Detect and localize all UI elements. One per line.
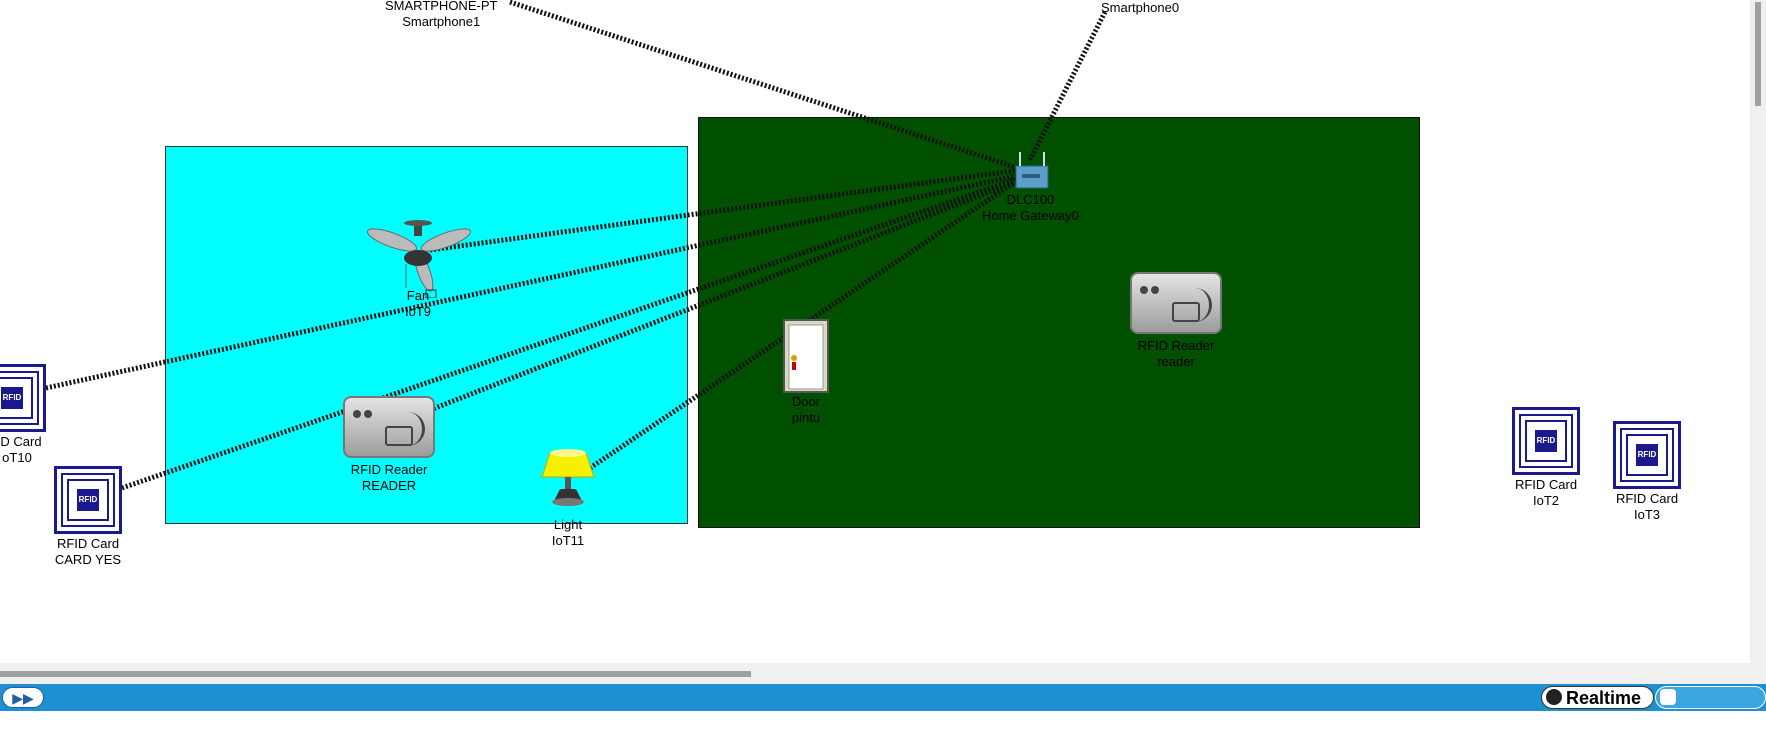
gateway-name-label: Home Gateway0 — [982, 208, 1079, 223]
logical-workspace[interactable]: SMARTPHONE-PT Smartphone1 Smartphone0 DL… — [0, 0, 1750, 663]
gateway-model-label: DLC100 — [1006, 192, 1055, 207]
rfid-card-iot10-device[interactable]: RFID D Card oT10 — [0, 364, 46, 466]
rfid-card-iot2-device[interactable]: RFID RFID Card IoT2 — [1512, 407, 1580, 509]
link-smartphone1-gateway — [509, 0, 1031, 175]
rfid-chip-label: RFID — [1636, 444, 1658, 466]
rfid-chip-label: RFID — [1, 387, 23, 409]
ceiling-fan-icon — [366, 220, 472, 298]
home-gateway-device[interactable]: DLC100 Home Gateway0 — [982, 148, 1079, 224]
light-model-label: Light — [553, 517, 583, 532]
clock-icon — [1546, 689, 1562, 706]
card-yes-model-label: RFID Card — [56, 536, 120, 551]
fan-device[interactable]: Fan IoT9 — [362, 220, 474, 320]
vertical-scrollbar[interactable] — [1750, 0, 1766, 684]
card-iot3-name-label: IoT3 — [1633, 507, 1660, 522]
card-iot2-model-label: RFID Card — [1514, 477, 1578, 492]
link-card-yes-gateway — [121, 175, 1021, 491]
rfid-card-yes-device[interactable]: RFID RFID Card CARD YES — [54, 466, 122, 568]
rfid-chip-label: RFID — [77, 489, 99, 511]
light-device[interactable]: Light IoT11 — [538, 447, 598, 549]
reader-cyan-model-label: RFID Reader — [350, 462, 428, 477]
vertical-scroll-thumb[interactable] — [1755, 2, 1761, 106]
reader-green-model-label: RFID Reader — [1137, 338, 1215, 353]
card-iot10-name-label: oT10 — [2, 450, 32, 465]
rfid-reader-green-device[interactable]: RFID Reader reader — [1130, 272, 1222, 370]
smartphone0-device[interactable]: Smartphone0 — [1101, 0, 1179, 16]
mode-status-bar: ▶▶ Realtime Simulation — [0, 684, 1766, 731]
reader-cyan-name-label: READER — [361, 478, 417, 493]
link-reader-cyan-gateway — [429, 177, 1021, 413]
home-gateway-icon — [1015, 152, 1049, 189]
card-iot10-model-label: D Card — [0, 434, 42, 449]
simulation-mode-tab[interactable]: Simulation — [1655, 686, 1766, 731]
rfid-card-icon: RFID — [1512, 407, 1580, 475]
link-card-iot10-gateway — [45, 172, 1021, 391]
rfid-reader-icon — [343, 396, 435, 458]
rfid-reader-icon — [1130, 272, 1222, 334]
wireless-links — [45, 0, 1108, 491]
horizontal-scroll-thumb[interactable] — [0, 671, 751, 677]
rfid-card-icon: RFID — [1613, 421, 1681, 489]
stopwatch-icon — [1660, 689, 1676, 706]
reader-green-name-label: reader — [1157, 354, 1195, 369]
smartphone1-model-label: SMARTPHONE-PT — [385, 0, 498, 13]
door-name-label: pintu — [791, 410, 821, 425]
smartphone1-name-label: Smartphone1 — [402, 14, 481, 29]
lamp-icon — [541, 449, 595, 506]
smartphone0-name-label: Smartphone0 — [1101, 0, 1180, 15]
link-fan-gateway — [429, 167, 1021, 253]
link-smartphone0-gateway — [1027, 10, 1108, 162]
smartphone1-device[interactable]: SMARTPHONE-PT Smartphone1 — [385, 0, 497, 30]
rfid-chip-label: RFID — [1535, 430, 1557, 452]
card-yes-name-label: CARD YES — [54, 552, 122, 567]
fan-name-label: IoT9 — [404, 304, 431, 319]
light-name-label: IoT11 — [551, 533, 585, 548]
fan-model-label: Fan — [406, 288, 430, 303]
card-iot2-name-label: IoT2 — [1532, 493, 1559, 508]
rfid-card-icon: RFID — [54, 466, 122, 534]
horizontal-scrollbar[interactable] — [0, 663, 1750, 684]
card-iot3-model-label: RFID Card — [1615, 491, 1679, 506]
fast-forward-button[interactable]: ▶▶ — [2, 687, 44, 708]
door-icon — [783, 319, 829, 393]
realtime-label: Realtime — [1566, 688, 1642, 708]
rfid-reader-cyan-device[interactable]: RFID Reader READER — [343, 396, 435, 494]
rfid-card-icon: RFID — [0, 364, 46, 432]
door-device[interactable]: Door pintu — [782, 318, 830, 426]
simulation-label: Simulation — [1660, 711, 1745, 731]
door-model-label: Door — [791, 394, 821, 409]
rfid-card-iot3-device[interactable]: RFID RFID Card IoT3 — [1613, 421, 1681, 523]
realtime-mode-tab[interactable]: Realtime — [1541, 686, 1654, 709]
